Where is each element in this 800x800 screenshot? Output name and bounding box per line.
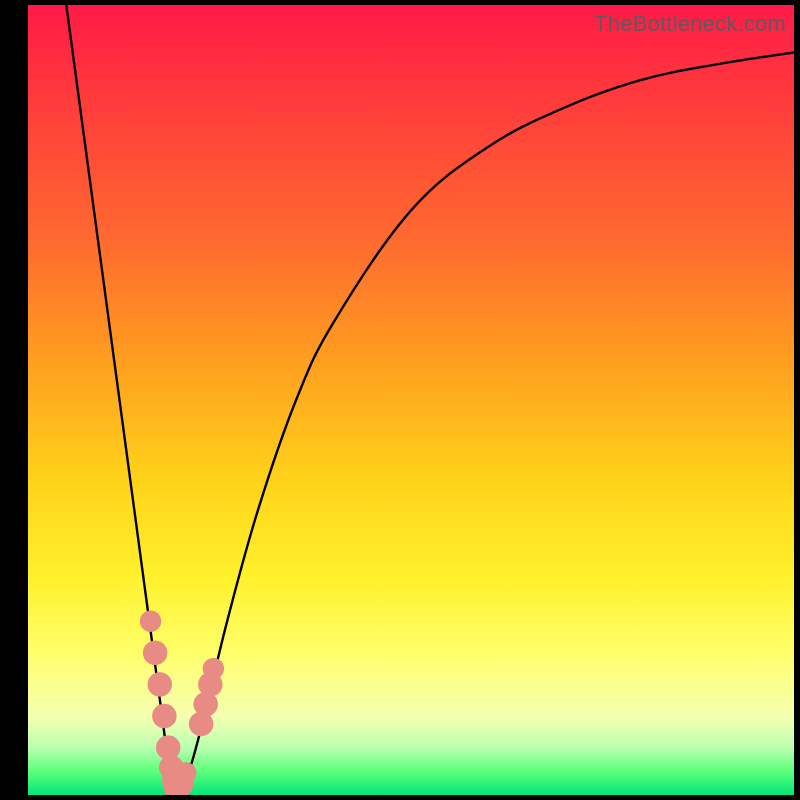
bottleneck-curve bbox=[66, 5, 794, 787]
curve-marker bbox=[147, 672, 172, 697]
curve-marker bbox=[140, 610, 161, 631]
curve-marker bbox=[143, 641, 168, 666]
curve-marker bbox=[175, 762, 196, 783]
curve-svg bbox=[28, 5, 794, 795]
plot-area: TheBottleneck.com bbox=[28, 5, 794, 795]
curve-marker bbox=[203, 658, 224, 679]
curve-marker bbox=[152, 704, 177, 729]
chart-frame: TheBottleneck.com bbox=[0, 0, 800, 800]
